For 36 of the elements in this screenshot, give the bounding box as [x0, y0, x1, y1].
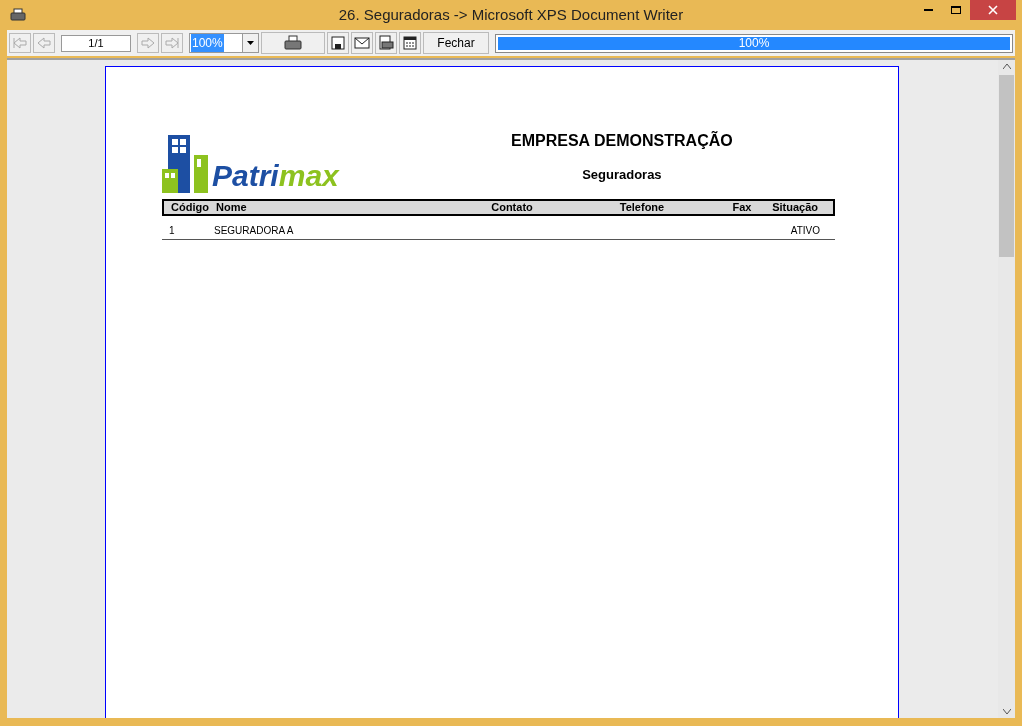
company-logo: Patrimax [162, 134, 339, 193]
envelope-icon [354, 37, 370, 49]
close-icon [988, 5, 998, 15]
column-header: Contato [490, 199, 534, 215]
export-button[interactable] [375, 32, 397, 54]
progress-reading: 100% [737, 35, 771, 52]
column-header: Situação [771, 199, 819, 215]
left-arrow-icon [13, 37, 27, 49]
table-cell: SEGURADORA A [214, 224, 294, 236]
printer-icon [10, 8, 26, 22]
fechar-button[interactable]: Fechar [423, 32, 489, 54]
setup-button[interactable] [399, 32, 421, 54]
right-arrow-icon [165, 37, 179, 49]
scrollbar-thumb[interactable] [999, 75, 1014, 257]
company-name: EMPRESA DEMONSTRAÇÃO [511, 130, 733, 151]
document-printer-icon [378, 35, 394, 51]
column-header: Fax [731, 199, 753, 215]
calendar-icon [403, 36, 417, 50]
page-field[interactable]: 1/1 [61, 34, 131, 52]
table-cell: 1 [169, 224, 175, 236]
table-cell: ATIVO [790, 224, 820, 236]
window-title: 26. Seguradoras -> Microsoft XPS Document Writer [337, 4, 685, 25]
scroll-down-icon [1002, 709, 1011, 714]
scroll-up-icon [1002, 64, 1011, 69]
column-header: Nome [216, 199, 248, 215]
caret-icon [247, 41, 254, 45]
column-header: Telefone [618, 199, 666, 215]
report-title: Seguradoras [582, 166, 662, 184]
buildings-icon [162, 134, 210, 193]
email-button[interactable] [351, 32, 373, 54]
right-arrow-icon [141, 37, 155, 49]
left-arrow-icon [37, 37, 51, 49]
column-header: Código [170, 199, 210, 215]
print-button[interactable] [261, 32, 325, 54]
printer-icon [284, 35, 302, 51]
save-button[interactable] [327, 32, 349, 54]
